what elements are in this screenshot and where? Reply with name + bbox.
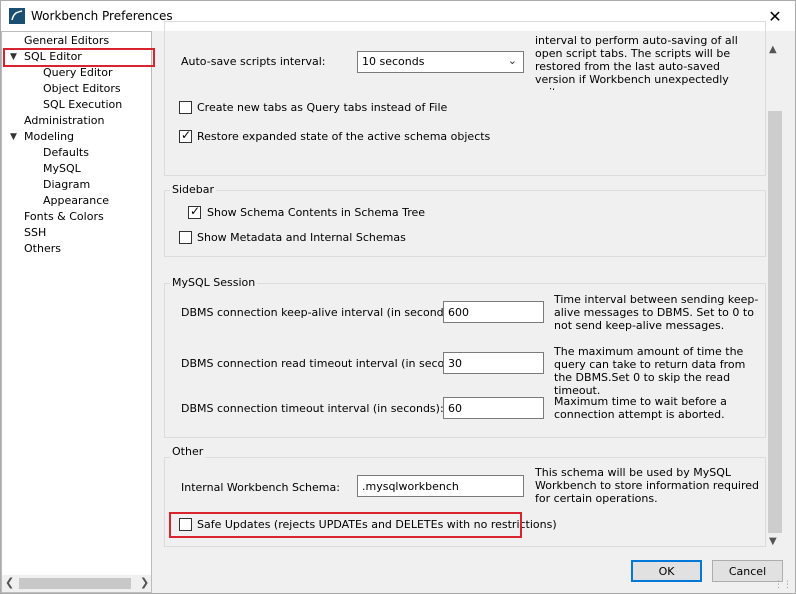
preferences-tree: General Editors ▼ SQL Editor Query Edito… — [1, 31, 155, 593]
tree-item-ssh[interactable]: SSH — [24, 226, 46, 240]
scroll-left-icon[interactable]: ❮ — [5, 576, 14, 589]
scroll-right-icon[interactable]: ❯ — [140, 576, 149, 589]
schema-label: Internal Workbench Schema: — [181, 481, 340, 494]
tree-item-administration[interactable]: Administration — [24, 114, 105, 128]
autosave-label: Auto-save scripts interval: — [181, 55, 326, 68]
tree-item-mysql[interactable]: MySQL — [43, 162, 81, 176]
show-metadata-label: Show Metadata and Internal Schemas — [197, 231, 406, 244]
show-metadata-checkbox[interactable] — [179, 231, 192, 244]
panel-vertical-scrollbar[interactable]: ▲ ▼ — [766, 41, 783, 549]
tree-item-fonts-colors[interactable]: Fonts & Colors — [24, 210, 104, 224]
schema-note: This schema will be used by MySQL Workbe… — [535, 466, 760, 505]
tree-item-sql-execution[interactable]: SQL Execution — [43, 98, 122, 112]
conn-timeout-note: Maximum time to wait before a connection… — [554, 395, 727, 421]
keepalive-input[interactable] — [443, 301, 544, 323]
other-group-title: Other — [170, 445, 206, 458]
show-schema-checkbox[interactable] — [188, 204, 201, 219]
cancel-button[interactable]: Cancel — [712, 560, 783, 582]
sql-editor-settings-panel: Auto-save scripts interval: 10 seconds ⌄… — [164, 21, 766, 549]
autosave-note: interval to perform auto-saving of all o… — [535, 36, 738, 90]
workbench-app-icon — [9, 8, 25, 24]
keepalive-note: Time interval between sending keep-alive… — [554, 293, 759, 332]
tree-item-general-editors[interactable]: General Editors — [24, 34, 109, 48]
show-schema-label: Show Schema Contents in Schema Tree — [207, 206, 426, 219]
resize-grip-icon[interactable]: ⋮⋮ — [774, 580, 792, 590]
scroll-down-icon[interactable]: ▼ — [769, 536, 777, 547]
mysql-session-title: MySQL Session — [170, 276, 258, 289]
preferences-window: Workbench Preferences ✕ General Editors … — [0, 0, 796, 594]
sidebar-group — [164, 190, 766, 257]
scroll-thumb[interactable] — [19, 578, 131, 589]
selection-highlight — [3, 48, 155, 67]
tree-horizontal-scrollbar[interactable]: ❮ ❯ — [2, 575, 151, 592]
conn-timeout-input[interactable] — [443, 397, 544, 419]
window-title: Workbench Preferences — [31, 9, 173, 23]
read-timeout-label: DBMS connection read timeout interval (i… — [181, 357, 472, 370]
tree-item-diagram[interactable]: Diagram — [43, 178, 90, 192]
sidebar-group-title: Sidebar — [170, 183, 217, 196]
autosave-interval-select[interactable]: 10 seconds ⌄ — [357, 51, 524, 73]
tree-item-query-editor[interactable]: Query Editor — [43, 66, 112, 80]
restore-state-label: Restore expanded state of the active sch… — [197, 130, 491, 143]
new-tabs-checkbox[interactable] — [179, 101, 192, 114]
restore-state-checkbox[interactable] — [179, 128, 192, 143]
conn-timeout-label: DBMS connection timeout interval (in sec… — [181, 402, 444, 415]
close-icon: ✕ — [768, 6, 782, 26]
expand-arrow-icon[interactable]: ▼ — [10, 132, 17, 142]
ok-button[interactable]: OK — [631, 560, 702, 582]
tree-item-object-editors[interactable]: Object Editors — [43, 82, 121, 96]
read-timeout-input[interactable] — [443, 352, 544, 374]
tree-item-appearance[interactable]: Appearance — [43, 194, 109, 208]
new-tabs-label: Create new tabs as Query tabs instead of… — [197, 101, 448, 114]
tree-item-defaults[interactable]: Defaults — [43, 146, 89, 160]
chevron-down-icon: ⌄ — [507, 54, 517, 67]
keepalive-label: DBMS connection keep-alive interval (in … — [181, 306, 458, 319]
tree-item-others[interactable]: Others — [24, 242, 61, 256]
read-timeout-note: The maximum amount of time the query can… — [554, 345, 746, 397]
schema-input[interactable] — [357, 475, 524, 497]
autosave-value: 10 seconds — [362, 55, 425, 68]
tree-item-modeling[interactable]: Modeling — [24, 130, 74, 144]
scroll-thumb[interactable] — [768, 111, 782, 533]
safe-updates-highlight — [169, 512, 522, 538]
scroll-up-icon[interactable]: ▲ — [769, 44, 777, 55]
